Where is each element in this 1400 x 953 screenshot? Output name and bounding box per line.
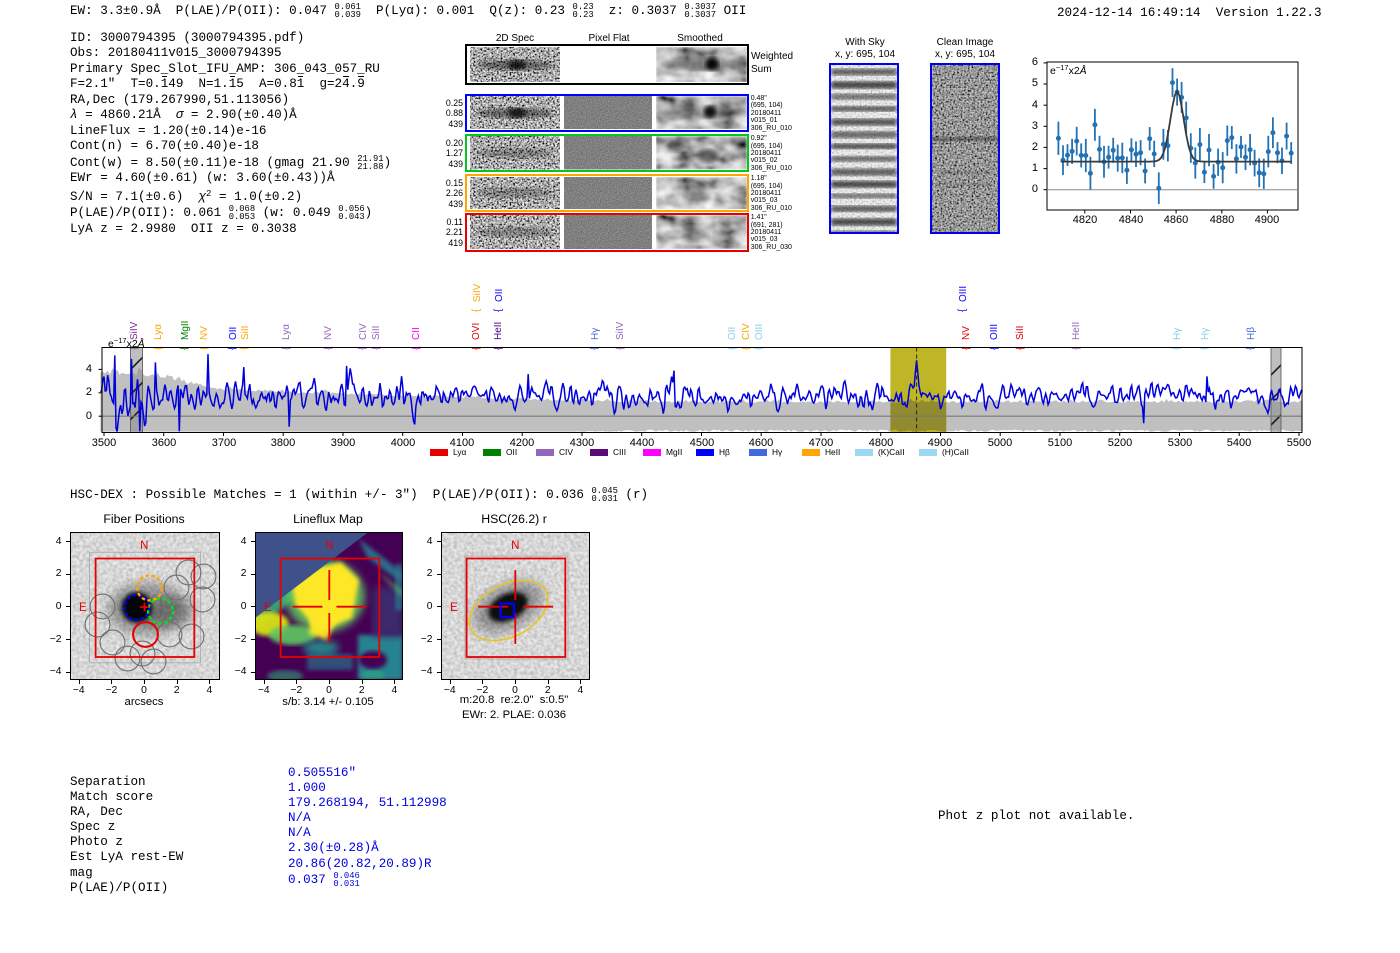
svg-text:E: E bbox=[264, 602, 272, 614]
svg-text:N: N bbox=[325, 540, 333, 552]
svg-text:E: E bbox=[79, 602, 87, 614]
svg-text:N: N bbox=[511, 540, 519, 552]
svg-text:N: N bbox=[140, 540, 148, 552]
svg-text:E: E bbox=[450, 602, 458, 614]
